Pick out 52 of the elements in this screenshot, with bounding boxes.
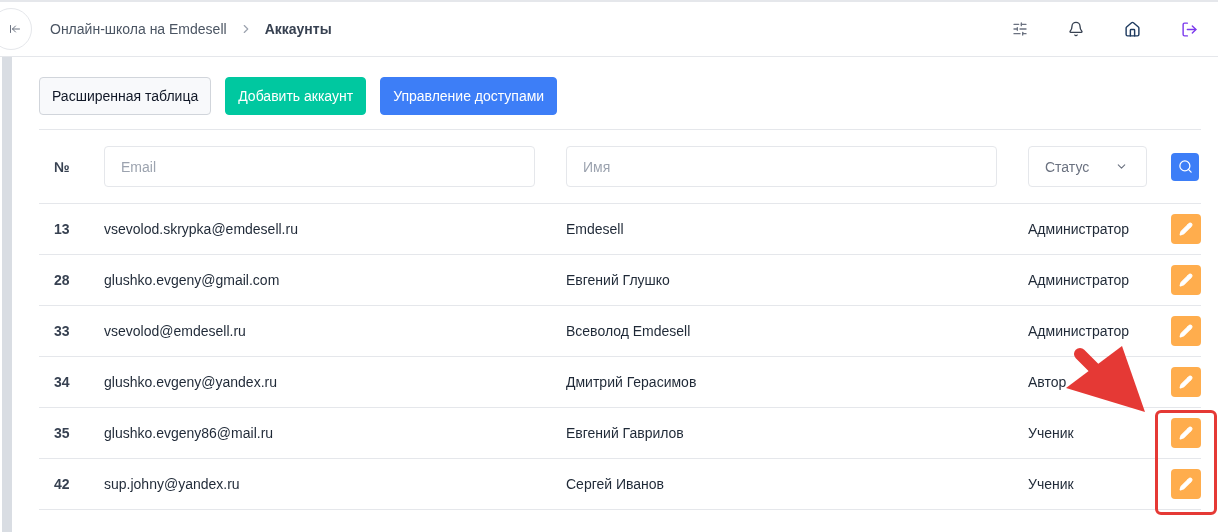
pencil-icon [1179,426,1193,440]
name-cell-text: Всеволод Emdesell [566,323,692,339]
email-cell-text: glushko.evgeny@gmail.com [104,272,281,288]
breadcrumb-link[interactable]: Онлайн-школа на Emdesell [50,21,227,37]
toolbar-button[interactable]: Расширенная таблица [39,77,212,115]
toolbar-button[interactable]: Управление доступами [380,77,558,115]
edit-button[interactable] [1171,265,1201,295]
row-number: 42 [53,476,71,492]
status-select[interactable]: Статус [1028,146,1147,187]
name-cell-text: Emdesell [566,221,625,237]
edit-button[interactable] [1171,214,1201,244]
pencil-icon [1179,477,1193,491]
column-header: № [53,158,71,175]
status-cell-text: Администратор [1028,323,1130,339]
name-cell-text: Евгений Глушко [566,272,671,288]
edit-button[interactable] [1171,367,1201,397]
row-number: 13 [53,221,71,237]
edit-button[interactable] [1171,316,1201,346]
row-number: 33 [53,323,71,339]
edit-button[interactable] [1171,418,1201,448]
status-cell-text: Ученик [1028,476,1075,492]
row-number: 35 [53,425,71,441]
pencil-icon [1179,273,1193,287]
house-icon[interactable] [1124,20,1141,38]
pencil-icon [1179,222,1193,236]
status-cell-text: Администратор [1028,221,1130,237]
email-cell-text: sup.johny@yandex.ru [104,476,241,492]
status-cell-text: Автор [1028,374,1068,390]
name-cell-text: Сергей Иванов [566,476,666,492]
edit-button[interactable] [1171,469,1201,499]
page-title: Аккаунты [264,21,332,37]
name-cell-text: Евгений Гаврилов [566,425,685,441]
row-number: 34 [53,374,71,390]
email-cell-text: glushko.evgeny@yandex.ru [104,374,278,390]
name-filter-field[interactable]: Имя [566,146,997,187]
email-cell-text: vsevolod.skrypka@emdesell.ru [104,221,299,237]
status-cell-text: Ученик [1028,425,1075,441]
status-cell-text: Администратор [1028,272,1130,288]
row-number: 28 [53,272,71,288]
pencil-icon [1179,375,1193,389]
logout-icon[interactable] [1181,20,1198,38]
name-cell-text: Дмитрий Герасимов [566,374,698,390]
search-button[interactable] [1171,152,1199,181]
collapse-sidebar-button[interactable] [0,8,32,50]
sliders-icon[interactable] [1012,21,1028,37]
email-cell-text: vsevolod@emdesell.ru [104,323,247,339]
email-cell-text: glushko.evgeny86@mail.ru [104,425,275,441]
email-filter-field[interactable]: Email [104,146,535,187]
pencil-icon [1179,324,1193,338]
arrow-left-icon [9,23,21,35]
search-icon [1177,159,1193,174]
bell-icon[interactable] [1068,21,1084,37]
